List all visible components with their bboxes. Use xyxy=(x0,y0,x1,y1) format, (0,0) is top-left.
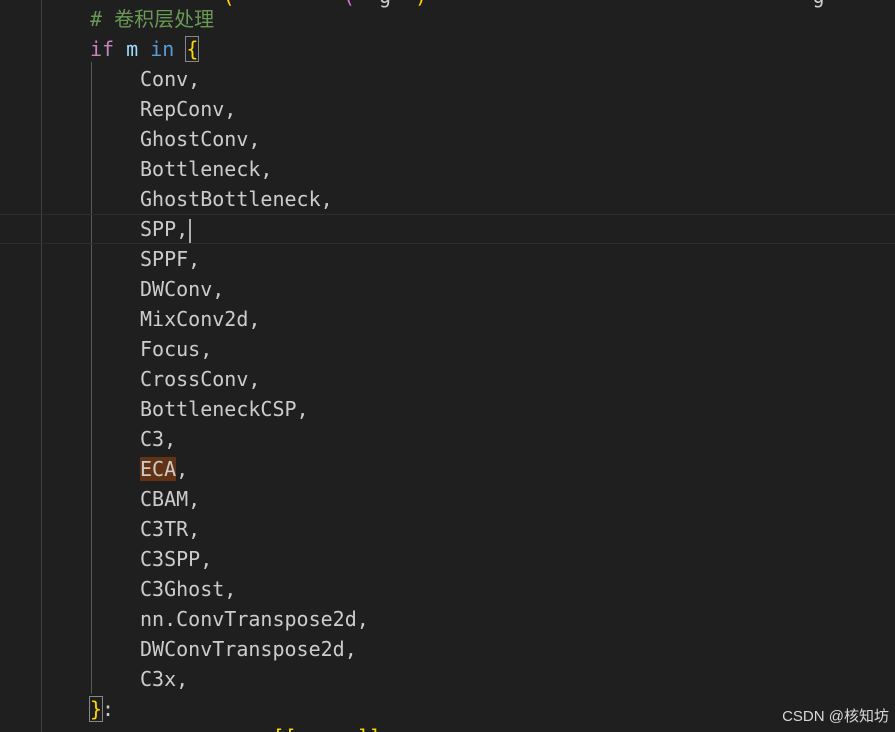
list-item-text: C3x, xyxy=(140,667,189,691)
list-item-text: SPPF, xyxy=(140,247,201,271)
code-line-item[interactable]: C3TR, xyxy=(140,514,200,544)
list-item-text: Conv, xyxy=(140,67,201,91)
in-keyword: in xyxy=(150,37,175,61)
code-line-comment[interactable]: # 卷积层处理 xyxy=(90,4,214,34)
comment-text: # 卷积层处理 xyxy=(90,7,215,31)
code-line-close[interactable]: }: xyxy=(88,694,115,724)
list-item-text: nn.ConvTranspose2d, xyxy=(140,607,369,631)
loop-variable: m xyxy=(126,37,139,61)
list-item-text: RepConv, xyxy=(140,97,237,121)
code-line-eca[interactable]: ECA, xyxy=(140,454,188,484)
code-line-item[interactable]: nn.ConvTranspose2d, xyxy=(140,604,369,634)
code-line-item[interactable]: C3, xyxy=(140,424,176,454)
code-line-item[interactable]: C3x, xyxy=(140,664,188,694)
code-line-item[interactable]: Focus, xyxy=(140,334,212,364)
list-item-text: MixConv2d, xyxy=(140,307,261,331)
code-line-item[interactable]: GhostBottleneck, xyxy=(140,184,333,214)
code-line-item[interactable]: DWConv, xyxy=(140,274,224,304)
indent-guide-outer xyxy=(41,0,42,732)
list-item-text: C3SPP, xyxy=(140,547,213,571)
list-item-text: GhostBottleneck, xyxy=(140,187,333,211)
code-line-item[interactable]: DWConvTranspose2d, xyxy=(140,634,357,664)
list-item-text: CrossConv, xyxy=(140,367,261,391)
code-line-item[interactable]: GhostConv, xyxy=(140,124,260,154)
watermark: CSDN @核知坊 xyxy=(782,708,889,725)
list-item-text: Bottleneck, xyxy=(140,157,273,181)
current-item-text: SPP, xyxy=(140,217,189,241)
indent-guide-inner xyxy=(91,62,92,694)
code-line-item[interactable]: CrossConv, xyxy=(140,364,260,394)
code-line-item[interactable]: Conv, xyxy=(140,64,200,94)
code-editor[interactable]: ( ( g ) g # 卷积层处理 if m in { Conv,RepConv… xyxy=(0,0,895,732)
list-item-text: BottleneckCSP, xyxy=(140,397,309,421)
list-item-text: Focus, xyxy=(140,337,213,361)
list-item-text: C3TR, xyxy=(140,517,201,541)
list-item-text: CBAM, xyxy=(140,487,201,511)
list-item-text: C3, xyxy=(140,427,177,451)
code-line-item[interactable]: C3Ghost, xyxy=(140,574,236,604)
code-line-item[interactable]: BottleneckCSP, xyxy=(140,394,309,424)
code-line-item[interactable]: RepConv, xyxy=(140,94,236,124)
close-colon: : xyxy=(102,697,115,721)
code-line-item[interactable]: MixConv2d, xyxy=(140,304,260,334)
current-line-highlight xyxy=(0,214,895,244)
open-brace: { xyxy=(185,36,200,62)
code-line-current[interactable]: SPP, xyxy=(140,214,192,244)
find-match-highlight: ECA xyxy=(140,457,177,481)
partial-line-bottom: [[ ]] xyxy=(140,722,380,732)
list-item-text: DWConvTranspose2d, xyxy=(140,637,357,661)
if-keyword: if xyxy=(90,37,115,61)
code-line-item[interactable]: CBAM, xyxy=(140,484,200,514)
code-line-item[interactable]: Bottleneck, xyxy=(140,154,272,184)
close-brace: } xyxy=(88,696,104,722)
list-item-text: GhostConv, xyxy=(140,127,261,151)
list-item-text: DWConv, xyxy=(140,277,225,301)
code-line-item[interactable]: C3SPP, xyxy=(140,544,212,574)
list-item-text: C3Ghost, xyxy=(140,577,237,601)
text-cursor xyxy=(189,218,192,243)
code-line-item[interactable]: SPPF, xyxy=(140,244,200,274)
code-line-if[interactable]: if m in { xyxy=(90,34,200,64)
